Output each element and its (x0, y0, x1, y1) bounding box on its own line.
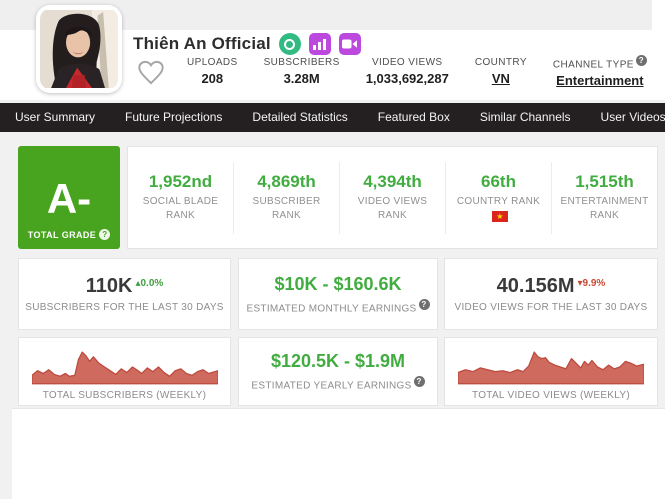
views-30d-value: 40.156M (497, 275, 575, 297)
avatar-image (40, 9, 118, 89)
rank-subscriber[interactable]: 4,869th SUBSCRIBER RANK (233, 162, 339, 234)
subscribers-weekly-card: TOTAL SUBSCRIBERS (WEEKLY) (18, 337, 231, 406)
channel-header: Thiên An Official UPLOADS 208 SU (0, 0, 665, 100)
rank-value: 66th (481, 172, 516, 192)
socialblade-grade-badge-icon[interactable] (279, 33, 301, 55)
subscribers-30d-label: SUBSCRIBERS FOR THE LAST 30 DAYS (25, 302, 224, 313)
monthly-earnings-label: ESTIMATED MONTHLY EARNINGS? (246, 299, 429, 314)
rank-entertainment[interactable]: 1,515th ENTERTAINMENT RANK (551, 162, 657, 234)
monthly-earnings-value: $10K - $160.6K (274, 274, 401, 295)
stat-value: 3.28M (264, 71, 340, 86)
main-content: A- TOTAL GRADE ? 1,952nd SOCIAL BLADE RA… (0, 146, 665, 499)
vietnam-flag-icon: ★ (492, 211, 508, 222)
delta-down-indicator: ▾9.9% (578, 278, 606, 289)
views-30d-value-row: 40.156M▾9.9% (497, 275, 606, 298)
ring-icon (284, 39, 295, 50)
stat-value: 208 (187, 71, 238, 86)
help-icon[interactable]: ? (636, 55, 647, 66)
avatar[interactable] (36, 5, 122, 93)
stat-label: COUNTRY (475, 57, 527, 68)
grade-value: A- (47, 178, 91, 220)
rank-value: 1,952nd (149, 172, 212, 192)
stat-video-views: VIDEO VIEWS 1,033,692,287 (366, 57, 449, 86)
yearly-earnings-label: ESTIMATED YEARLY EARNINGS? (251, 376, 424, 391)
subscribers-weekly-label: TOTAL SUBSCRIBERS (WEEKLY) (43, 390, 207, 401)
tab-future-projections[interactable]: Future Projections (110, 103, 237, 132)
subscribers-30d-value-row: 110K▴0.0% (86, 275, 164, 298)
views-weekly-sparkline (458, 345, 644, 389)
views-30d-label: VIDEO VIEWS FOR THE LAST 30 DAYS (455, 302, 648, 313)
tab-detailed-statistics[interactable]: Detailed Statistics (237, 103, 362, 132)
stat-value: 1,033,692,287 (366, 71, 449, 86)
yearly-earnings-card: $120.5K - $1.9M ESTIMATED YEARLY EARNING… (238, 337, 438, 406)
video-camera-icon (342, 39, 357, 49)
stat-uploads: UPLOADS 208 (187, 57, 238, 86)
tab-similar-channels[interactable]: Similar Channels (465, 103, 586, 132)
views-weekly-label: TOTAL VIDEO VIEWS (WEEKLY) (472, 390, 630, 401)
videos-badge-icon[interactable] (339, 33, 361, 55)
ranks-card: 1,952nd SOCIAL BLADE RANK 4,869th SUBSCR… (127, 146, 658, 249)
rank-value: 4,394th (363, 172, 422, 192)
help-icon[interactable]: ? (99, 229, 110, 240)
total-grade-card: A- TOTAL GRADE ? (18, 146, 120, 249)
help-icon[interactable]: ? (419, 299, 430, 310)
rank-label: ENTERTAINMENT RANK (558, 195, 651, 223)
favorite-heart-icon[interactable] (137, 59, 165, 85)
stat-label: VIDEO VIEWS (366, 57, 449, 68)
delta-up-indicator: ▴0.0% (135, 278, 163, 289)
rank-social-blade[interactable]: 1,952nd SOCIAL BLADE RANK (128, 162, 233, 234)
statistics-badge-icon[interactable] (309, 33, 331, 55)
rank-label: COUNTRY RANK★ (452, 195, 545, 223)
yearly-earnings-value: $120.5K - $1.9M (271, 351, 405, 372)
rank-label: SOCIAL BLADE RANK (134, 195, 227, 223)
views-30d-card: 40.156M▾9.9% VIDEO VIEWS FOR THE LAST 30… (444, 258, 658, 330)
views-weekly-card: TOTAL VIDEO VIEWS (WEEKLY) (444, 337, 658, 406)
bar-chart-icon (313, 39, 326, 50)
stat-label: CHANNEL TYPE? (553, 55, 647, 70)
subscribers-weekly-sparkline (32, 345, 218, 389)
stat-label: SUBSCRIBERS (264, 57, 340, 68)
content-area-below (12, 408, 665, 499)
rank-video-views[interactable]: 4,394th VIDEO VIEWS RANK (339, 162, 445, 234)
stat-country: COUNTRY VN (475, 57, 527, 86)
country-link[interactable]: VN (475, 71, 527, 86)
tab-user-videos[interactable]: User Videos (586, 103, 665, 132)
stat-subscribers: SUBSCRIBERS 3.28M (264, 57, 340, 86)
stat-channel-type: CHANNEL TYPE? Entertainment (553, 55, 647, 88)
rank-value: 1,515th (575, 172, 634, 192)
rank-value: 4,869th (257, 172, 316, 192)
subscribers-30d-value: 110K (86, 275, 133, 297)
monthly-earnings-card: $10K - $160.6K ESTIMATED MONTHLY EARNING… (238, 258, 438, 330)
grade-label: TOTAL GRADE (28, 230, 96, 240)
rank-country[interactable]: 66th COUNTRY RANK★ (445, 162, 551, 234)
rank-label: VIDEO VIEWS RANK (346, 195, 439, 223)
tab-user-summary[interactable]: User Summary (0, 103, 110, 132)
channel-name: Thiên An Official (133, 34, 271, 54)
rank-label: SUBSCRIBER RANK (240, 195, 333, 223)
tab-featured-box[interactable]: Featured Box (363, 103, 465, 132)
channel-type-link[interactable]: Entertainment (553, 73, 647, 88)
subscribers-30d-card: 110K▴0.0% SUBSCRIBERS FOR THE LAST 30 DA… (18, 258, 231, 330)
stat-label: UPLOADS (187, 57, 238, 68)
section-nav: User Summary Future Projections Detailed… (0, 103, 665, 132)
help-icon[interactable]: ? (414, 376, 425, 387)
